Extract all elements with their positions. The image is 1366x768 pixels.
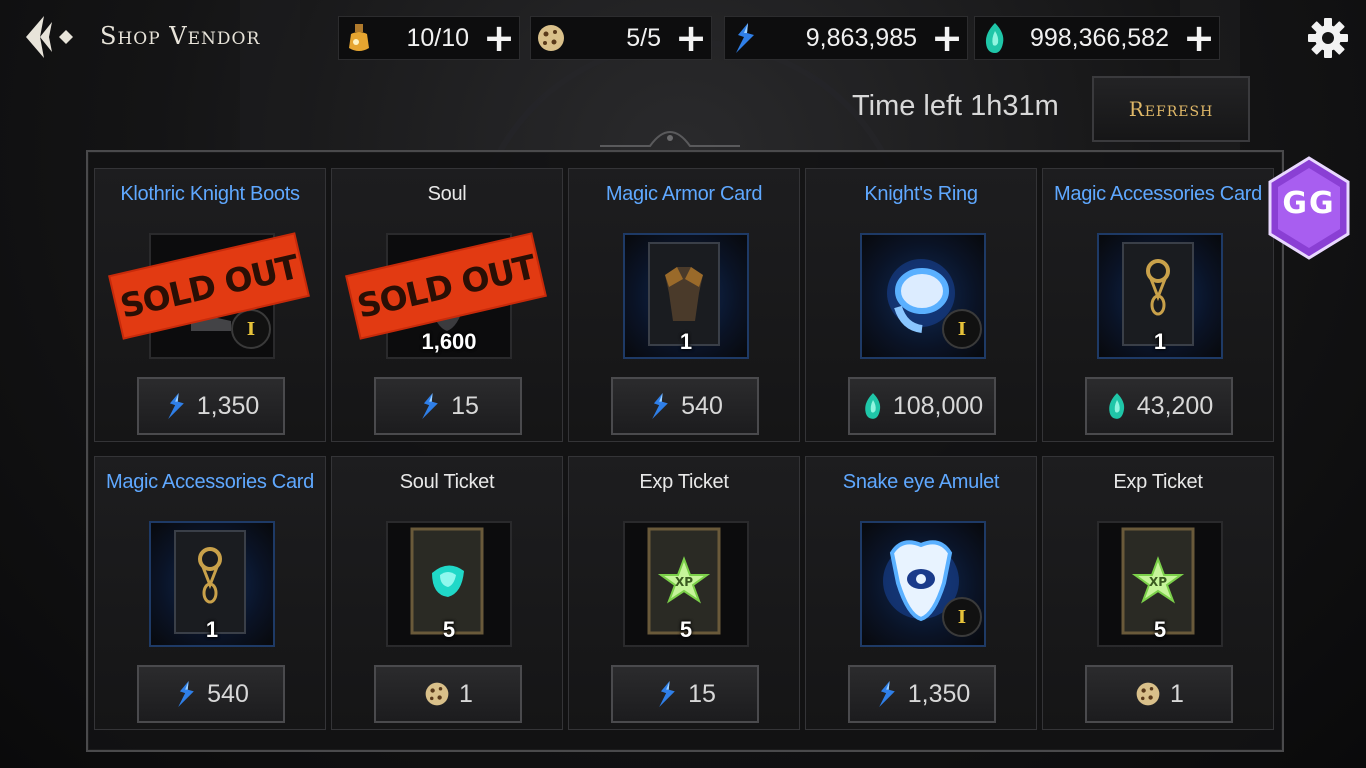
item-slot: XP 5	[1097, 521, 1223, 647]
price-value: 540	[207, 679, 249, 708]
item-slot: I	[860, 233, 986, 359]
price-value: 108,000	[892, 391, 984, 420]
blue-crystal-icon	[654, 679, 680, 709]
shop-item-card[interactable]: Magic Accessories Card 1 43,200	[1042, 168, 1274, 442]
page-title: Shop Vendor	[100, 22, 261, 50]
item-name: Knight's Ring	[864, 183, 978, 205]
buy-price-button[interactable]: 1,350	[137, 377, 285, 435]
item-quantity: 1	[205, 617, 219, 642]
item-grade-badge: I	[942, 597, 982, 637]
price-value: 43,200	[1136, 391, 1214, 420]
shop-item-card[interactable]: Exp Ticket XP 5 1	[1042, 456, 1274, 730]
item-quantity: 5	[679, 617, 693, 642]
shop-item-card[interactable]: Knight's Ring I 108,000	[805, 168, 1037, 442]
buy-price-button[interactable]: 15	[374, 377, 522, 435]
resource-value: 5/5	[626, 23, 661, 52]
buy-price-button[interactable]: 108,000	[848, 377, 996, 435]
panel-ornament	[600, 130, 740, 147]
cookie-ticket-icon	[423, 680, 451, 708]
item-slot: I	[860, 521, 986, 647]
item-slot: 1	[623, 233, 749, 359]
shop-item-card[interactable]: Magic Armor Card 1 540	[568, 168, 800, 442]
add-crystals-button[interactable]: +	[927, 17, 967, 59]
blue-crystal-icon	[874, 679, 900, 709]
price-value: 1	[459, 679, 473, 708]
shop-item-card[interactable]: Soul Ticket 5 1	[331, 456, 563, 730]
buy-price-button[interactable]: 540	[137, 665, 285, 723]
time-left-label: Time left 1h31m	[852, 90, 1059, 122]
shop-panel: Klothric Knight Boots I SOLD OUT 1,350 Soul 1…	[86, 150, 1284, 752]
back-button[interactable]	[22, 12, 78, 62]
gg-overlay-button[interactable]: GG	[1268, 156, 1350, 260]
svg-text:XP: XP	[1149, 575, 1167, 589]
resource-crystals: 9,863,985 +	[724, 16, 968, 60]
buy-price-button[interactable]: 1,350	[848, 665, 996, 723]
cookie-ticket-icon	[1134, 680, 1162, 708]
gear-icon	[1308, 18, 1348, 58]
item-name: Magic Accessories Card	[1054, 183, 1262, 205]
resource-tickets: 5/5 +	[530, 16, 712, 60]
back-arrow-icon	[26, 16, 73, 58]
item-name: Magic Accessories Card	[106, 471, 314, 493]
item-slot: 5	[386, 521, 512, 647]
resource-gems: 998,366,582 +	[974, 16, 1220, 60]
shop-item-card[interactable]: Snake eye Amulet I 1,350	[805, 456, 1037, 730]
item-slot: XP 5	[623, 521, 749, 647]
item-slot: 1,600 SOLD OUT	[347, 233, 545, 359]
item-quantity: 5	[442, 617, 456, 642]
add-stamina-button[interactable]: +	[479, 17, 519, 59]
item-name: Exp Ticket	[639, 471, 729, 493]
add-tickets-button[interactable]: +	[671, 17, 711, 59]
svg-text:XP: XP	[675, 575, 693, 589]
resource-value: 998,366,582	[1029, 23, 1169, 52]
item-slot: I SOLD OUT	[110, 233, 308, 359]
price-value: 1,350	[907, 679, 971, 708]
buy-price-button[interactable]: 1	[374, 665, 522, 723]
shop-item-card[interactable]: Magic Accessories Card 1 540	[94, 456, 326, 730]
green-gem-icon	[861, 391, 885, 421]
item-name: Soul Ticket	[399, 471, 495, 493]
price-value: 540	[681, 391, 723, 420]
settings-button[interactable]	[1304, 14, 1352, 62]
price-value: 1,350	[196, 391, 260, 420]
item-quantity: 5	[1153, 617, 1167, 642]
item-quantity: 1	[1153, 329, 1167, 354]
item-quantity: 1	[679, 329, 693, 354]
blue-crystal-icon	[163, 391, 189, 421]
blue-crystal-icon	[647, 391, 673, 421]
shop-item-card[interactable]: Soul 1,600 SOLD OUT 15	[331, 168, 563, 442]
cookie-ticket-icon	[531, 17, 571, 59]
green-gem-icon	[1105, 391, 1129, 421]
item-name: Soul	[427, 183, 467, 205]
price-value: 1	[1170, 679, 1184, 708]
item-slot: 1	[149, 521, 275, 647]
item-grade-badge: I	[942, 309, 982, 349]
blue-crystal-icon	[417, 391, 443, 421]
shop-item-card[interactable]: Klothric Knight Boots I SOLD OUT 1,350	[94, 168, 326, 442]
item-slot: 1	[1097, 233, 1223, 359]
stamina-potion-icon	[339, 17, 379, 59]
item-name: Exp Ticket	[1113, 471, 1203, 493]
add-gems-button[interactable]: +	[1179, 17, 1219, 59]
refresh-button[interactable]: Refresh	[1092, 76, 1250, 142]
resource-stamina: 10/10 +	[338, 16, 520, 60]
item-name: Magic Armor Card	[605, 183, 763, 205]
item-name: Snake eye Amulet	[842, 471, 1000, 493]
buy-price-button[interactable]: 15	[611, 665, 759, 723]
buy-price-button[interactable]: 540	[611, 377, 759, 435]
item-quantity: 1,600	[421, 329, 477, 354]
buy-price-button[interactable]: 43,200	[1085, 377, 1233, 435]
shop-item-card[interactable]: Exp Ticket XP 5 15	[568, 456, 800, 730]
item-grade-badge: I	[231, 309, 271, 349]
price-value: 15	[451, 391, 479, 420]
resource-value: 9,863,985	[805, 23, 917, 52]
blue-crystal-icon	[173, 679, 199, 709]
gg-label: GG	[1282, 186, 1336, 221]
resource-value: 10/10	[406, 23, 469, 52]
green-gem-icon	[975, 17, 1015, 59]
blue-crystal-icon	[725, 17, 765, 59]
price-value: 15	[688, 679, 716, 708]
item-name: Klothric Knight Boots	[120, 183, 300, 205]
buy-price-button[interactable]: 1	[1085, 665, 1233, 723]
